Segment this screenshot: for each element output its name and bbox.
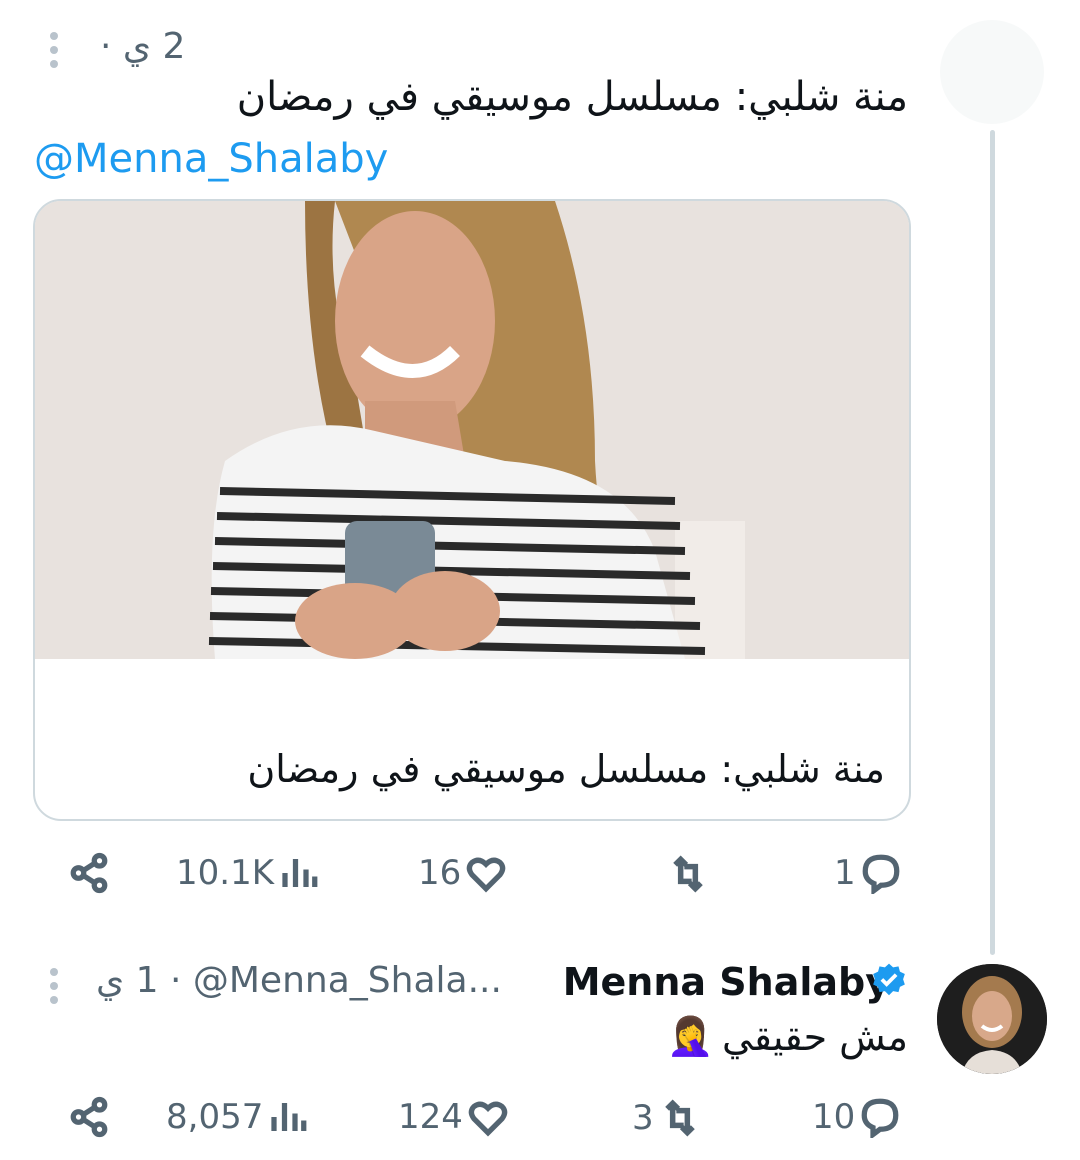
facepalm-emoji: 🤦‍♀️ [666, 1014, 715, 1058]
reply-count: 10 [812, 1097, 856, 1137]
share-button[interactable] [68, 1096, 110, 1138]
user-name[interactable]: Menna Shalaby [563, 960, 890, 1004]
card-title: منة شلبي: مسلسل موسيقي في رمضان [247, 747, 885, 791]
link-card[interactable]: منة شلبي: مسلسل موسيقي في رمضان [33, 199, 911, 821]
thread-line [990, 130, 995, 955]
more-icon[interactable] [50, 26, 58, 74]
views-button[interactable]: 10.1K [176, 852, 320, 894]
like-icon [467, 857, 506, 893]
reply-count: 1 [834, 853, 856, 893]
card-image [35, 201, 909, 659]
tweet-body: مش حقيقي [722, 1014, 908, 1059]
share-button[interactable] [68, 852, 110, 894]
like-count: 16 [418, 853, 462, 893]
like-count: 124 [398, 1097, 463, 1137]
tweet-text: مش حقيقي 🤦‍♀️ [667, 1014, 908, 1059]
tweet-time[interactable]: 2 ي · [100, 26, 185, 67]
share-icon [70, 852, 108, 894]
user-handle[interactable]: @Menna_Shala... [193, 960, 502, 1001]
mention-link[interactable]: @Menna_Shalaby [34, 136, 388, 182]
views-icon [282, 859, 318, 887]
like-button[interactable]: 16 [418, 852, 507, 894]
tweet-meta: · 1 ي @Menna_Shala... [96, 960, 502, 1001]
share-icon [70, 1096, 108, 1138]
retweet-button[interactable]: 3 [632, 1096, 702, 1140]
views-button[interactable]: 8,057 [166, 1096, 309, 1138]
like-icon [468, 1101, 508, 1137]
tweet-time[interactable]: · 1 ي [96, 960, 181, 1001]
reply-icon [862, 854, 900, 894]
faded-avatar [940, 20, 1044, 124]
reply-icon [861, 1098, 899, 1138]
views-icon [271, 1103, 307, 1131]
retweet-icon [664, 1099, 695, 1137]
views-count: 10.1K [176, 853, 274, 893]
reply-button[interactable]: 1 [834, 852, 902, 894]
like-button[interactable]: 124 [398, 1096, 509, 1138]
verified-icon [873, 963, 905, 996]
views-count: 8,057 [166, 1097, 264, 1137]
retweet-count: 3 [632, 1098, 654, 1138]
more-icon[interactable] [50, 962, 58, 1010]
reply-button[interactable]: 10 [812, 1096, 901, 1138]
tweet-text: منة شلبي: مسلسل موسيقي في رمضان [236, 74, 908, 120]
retweet-button[interactable] [662, 852, 710, 896]
avatar[interactable] [937, 964, 1047, 1074]
retweet-icon [673, 855, 703, 893]
